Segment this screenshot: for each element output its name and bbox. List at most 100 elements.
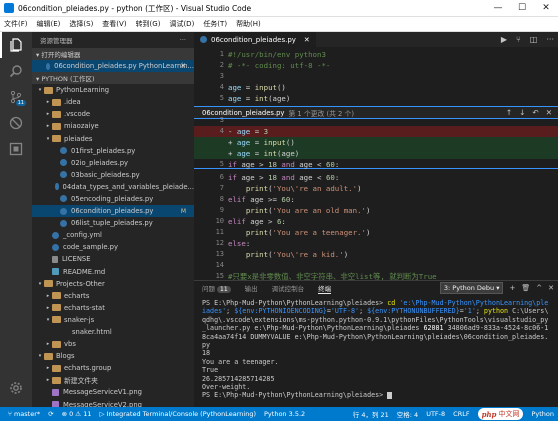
python-version-status[interactable]: Python 3.5.2 [264, 410, 305, 418]
code-token: : [281, 217, 286, 226]
menu-item[interactable]: 查看(V) [102, 19, 126, 29]
maximize-panel-icon[interactable]: ^ [536, 284, 542, 292]
eol-status[interactable]: CRLF [453, 410, 469, 418]
terminal-select[interactable]: 3: Python Debu ▾ [439, 282, 504, 294]
twisty-icon[interactable]: ▾ [44, 136, 52, 142]
code-token: print [245, 250, 269, 259]
tree-item-label: echarts-stat [64, 303, 105, 312]
tree-item[interactable]: ▾ pleiades [32, 132, 194, 144]
menu-item[interactable]: 调试(D) [169, 19, 194, 29]
twisty-icon[interactable]: ▸ [44, 123, 52, 129]
tree-item[interactable]: ▸ echarts [32, 290, 194, 302]
tab-output[interactable]: 输出 [245, 283, 258, 293]
menu-item[interactable]: 帮助(H) [236, 19, 261, 29]
tree-item[interactable]: ▸ echarts.group [32, 362, 194, 374]
tree-item[interactable]: 06condition_pleiades.py M [32, 205, 194, 218]
problems-status[interactable]: ⊗ 0 ⚠ 11 [62, 410, 92, 418]
terminal-output[interactable]: PS E:\Php-Mud-Python\PythonLearning\plei… [194, 295, 558, 404]
twisty-icon[interactable]: ▸ [44, 365, 52, 371]
tree-item[interactable]: LICENSE [32, 253, 194, 265]
kill-terminal-icon[interactable]: 🗑 [521, 284, 530, 292]
gear-icon[interactable] [0, 375, 32, 401]
twisty-icon[interactable]: ▸ [44, 305, 52, 311]
indent-status[interactable]: 空格: 4 [397, 409, 418, 419]
tree-item[interactable]: ▸ 新建文件夹 [32, 374, 194, 386]
tree-item[interactable]: MessageServiceV2.png [32, 399, 194, 407]
revert-change-icon[interactable]: ↶ [532, 108, 538, 117]
tab-06condition[interactable]: 06condition_pleiades.py ✕ [194, 32, 316, 47]
menu-item[interactable]: 转到(G) [136, 19, 161, 29]
twisty-icon[interactable]: ▸ [44, 341, 52, 347]
tree-item[interactable]: 05encoding_pleiades.py [32, 193, 194, 205]
tree-item[interactable]: ▸ echarts-stat [32, 302, 194, 314]
tree-item[interactable]: code_sample.py [32, 241, 194, 253]
code-bottom[interactable]: 6 if age > 18 and age < 60: 7 print('You\'… [194, 172, 558, 280]
twisty-icon[interactable]: ▾ [36, 281, 44, 287]
tree-item[interactable]: _config.yml [32, 229, 194, 241]
tree-item[interactable]: 03basic_pleiades.py [32, 169, 194, 181]
maximize-button[interactable]: ☐ [510, 0, 534, 17]
source-control-icon[interactable]: 11 [0, 84, 32, 110]
menu-item[interactable]: 编辑(E) [37, 19, 61, 29]
tree-item[interactable]: ▾ snaker-js [32, 314, 194, 326]
tab-terminal[interactable]: 终端 [318, 283, 332, 294]
encoding-status[interactable]: UTF-8 [426, 410, 445, 418]
menu-item[interactable]: 任务(T) [203, 19, 227, 29]
tree-item[interactable]: 02io_pleiades.py [32, 157, 194, 169]
search-icon[interactable] [0, 58, 32, 84]
tree-item[interactable]: README.md [32, 266, 194, 278]
previous-change-icon[interactable]: ↑ [506, 108, 512, 117]
peek-diff-view[interactable]: 34- age = 3 + age = input() + age = int(ag… [194, 116, 558, 169]
tree-item[interactable]: ▸ vbs [32, 338, 194, 350]
tree-item[interactable]: 06list_tuple_pleiades.py [32, 217, 194, 229]
twisty-icon[interactable]: ▸ [44, 99, 52, 105]
twisty-icon[interactable]: ▸ [44, 111, 52, 117]
sync-icon[interactable]: ⟳ [48, 410, 53, 418]
language-status[interactable]: Python [531, 410, 554, 418]
branch-status[interactable]: ⑂ master* [8, 410, 40, 418]
split-editor-icon[interactable]: ◫ [530, 35, 538, 44]
close-peek-icon[interactable]: ✕ [546, 108, 552, 117]
tree-item[interactable]: 01first_pleiades.py [32, 145, 194, 157]
tree-item[interactable]: MessageServiceV1.png [32, 386, 194, 398]
tree-item[interactable]: ▸ .idea [32, 96, 194, 108]
close-tab-button[interactable]: ✕ [304, 36, 310, 44]
open-editor-item[interactable]: 06condition_pleiades.py PythonLearnin...… [32, 60, 194, 73]
tree-item[interactable]: snaker.html [32, 326, 194, 338]
tree-item[interactable]: 04data_types_and_variables_pleiade... [32, 181, 194, 193]
tree-item[interactable]: ▸ .vscode [32, 108, 194, 120]
open-changes-icon[interactable]: ⑂ [516, 35, 521, 44]
tree-item[interactable]: ▾ Projects-Other [32, 278, 194, 290]
extensions-icon[interactable] [0, 136, 32, 162]
menu-item[interactable]: 选择(S) [69, 19, 93, 29]
twisty-icon[interactable]: ▸ [44, 377, 52, 383]
explorer-icon[interactable] [0, 32, 32, 58]
tab-debug-console[interactable]: 调试控制台 [272, 283, 305, 293]
cursor-position-status[interactable]: 行 4，列 21 [353, 409, 389, 419]
next-change-icon[interactable]: ↓ [519, 108, 525, 117]
terminal-status[interactable]: ▷ Integrated Terminal/Console (PythonLea… [99, 410, 256, 418]
code-token: print [245, 228, 269, 237]
workspace-section[interactable]: ▾ PYTHON (工作区) [32, 72, 194, 85]
debug-icon[interactable] [0, 110, 32, 136]
minimize-button[interactable]: — [486, 0, 510, 17]
twisty-icon[interactable]: ▾ [36, 353, 44, 359]
code-top[interactable]: 1 #!/usr/bin/env python3 2 # -*- coding: ut… [194, 47, 558, 106]
twisty-icon[interactable]: ▾ [44, 317, 52, 323]
tree-item[interactable]: ▸ miaozaiye [32, 120, 194, 132]
activity-bar: 11 [0, 32, 32, 407]
twisty-icon[interactable]: ▾ [36, 87, 44, 93]
tab-problems[interactable]: 问题 11 [202, 283, 231, 293]
more-actions-icon[interactable]: ··· [546, 35, 554, 44]
tree-item[interactable]: ▾ PythonLearning [32, 84, 194, 96]
tree-item[interactable]: ▾ Blogs [32, 350, 194, 362]
close-editor-button[interactable]: ✕ [180, 62, 186, 70]
close-window-button[interactable]: ✕ [534, 0, 558, 17]
open-editors-section[interactable]: ▾ 打开的编辑器 [32, 48, 194, 60]
menu-item[interactable]: 文件(F) [4, 19, 28, 29]
twisty-icon[interactable]: ▸ [44, 293, 52, 299]
explorer-more-button[interactable]: ··· [180, 36, 186, 44]
close-panel-icon[interactable]: ✕ [548, 284, 554, 292]
run-icon[interactable]: ▶ [501, 35, 507, 44]
new-terminal-icon[interactable]: + [509, 284, 515, 292]
